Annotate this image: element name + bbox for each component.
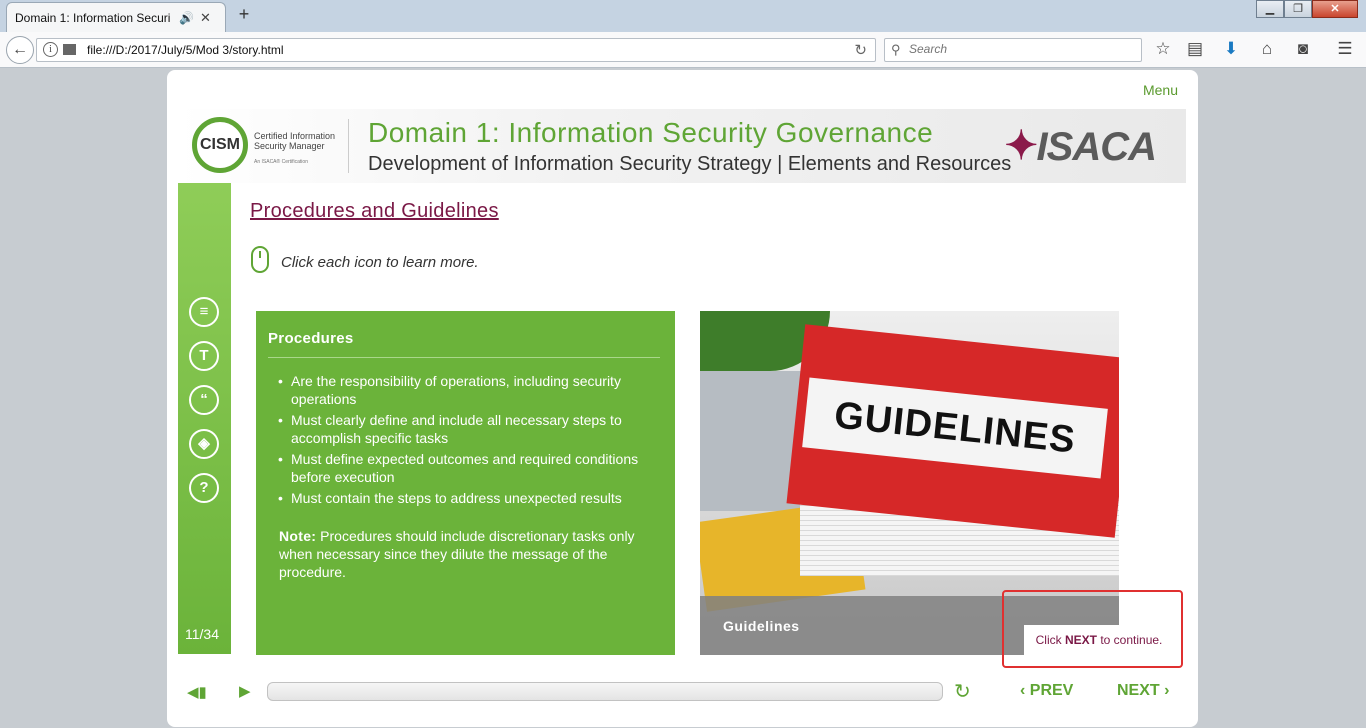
- tab-strip: Domain 1: Information Securi 🔊 ✕ + ▁ ❐ ✕: [0, 0, 1366, 32]
- cism-logo: CISM: [192, 117, 248, 173]
- banner-subtitle: Development of Information Security Stra…: [368, 153, 1012, 175]
- reload-icon[interactable]: ↻: [854, 41, 867, 59]
- minimize-icon[interactable]: ▁: [1256, 0, 1284, 18]
- search-icon: ⚲: [891, 42, 901, 57]
- search-bar[interactable]: ⚲: [884, 38, 1142, 62]
- course-banner: CISM Certified Information Security Mana…: [178, 109, 1186, 183]
- list-item: Must clearly define and include all nece…: [278, 411, 663, 447]
- playback-controls: ◀▮ ▶ ↻ ‹ PREV NEXT ›: [167, 677, 1198, 707]
- page-icon: [63, 44, 76, 55]
- next-hint-callout: Click NEXT to continue.: [1002, 590, 1183, 668]
- speaker-icon[interactable]: 🔊: [179, 11, 194, 25]
- close-window-icon[interactable]: ✕: [1312, 0, 1358, 18]
- address-bar[interactable]: i file:///D:/2017/July/5/Mod 3/story.htm…: [36, 38, 876, 62]
- text-icon[interactable]: T: [189, 341, 219, 371]
- url-text[interactable]: file:///D:/2017/July/5/Mod 3/story.html: [87, 43, 284, 57]
- seek-bar[interactable]: [267, 682, 943, 701]
- close-tab-icon[interactable]: ✕: [200, 10, 211, 26]
- cism-subtag: An ISACA® Certification: [254, 159, 308, 165]
- navigation-bar: ← i file:///D:/2017/July/5/Mod 3/story.h…: [0, 32, 1366, 68]
- hamburger-menu-icon[interactable]: ☰: [1334, 38, 1356, 60]
- tab-title: Domain 1: Information Securi: [15, 10, 171, 25]
- reading-list-icon[interactable]: ▤: [1184, 38, 1206, 60]
- slide-counter: 11/34: [185, 626, 219, 642]
- banner-divider: [348, 119, 349, 173]
- procedures-panel: Procedures Are the responsibility of ope…: [256, 311, 675, 655]
- home-icon[interactable]: ⌂: [1256, 38, 1278, 60]
- menu-link[interactable]: Menu: [1143, 82, 1178, 98]
- course-player: Menu CISM Certified Information Security…: [167, 70, 1198, 727]
- procedures-divider: [268, 357, 660, 358]
- list-item: Must contain the steps to address unexpe…: [278, 489, 663, 507]
- procedures-list: Are the responsibility of operations, in…: [278, 372, 663, 510]
- list-item: Must define expected outcomes and requir…: [278, 450, 663, 486]
- isaca-logo: ISACA: [1036, 125, 1157, 169]
- new-tab-button[interactable]: +: [234, 4, 254, 25]
- next-hint-text: Click NEXT to continue.: [1024, 625, 1174, 655]
- icon-sidebar: ≡ T “ ◈ ? 11/34: [178, 183, 231, 654]
- note-text: Procedures should include discretionary …: [279, 528, 635, 580]
- download-icon[interactable]: ⬇: [1220, 38, 1242, 60]
- pocket-icon[interactable]: ◙: [1292, 38, 1314, 60]
- help-icon[interactable]: ?: [189, 473, 219, 503]
- instruction-text: Click each icon to learn more.: [281, 254, 479, 271]
- quote-icon[interactable]: “: [189, 385, 219, 415]
- browser-tab[interactable]: Domain 1: Information Securi 🔊 ✕: [6, 2, 226, 32]
- mouse-icon: [251, 246, 269, 273]
- page-title: Procedures and Guidelines: [250, 200, 499, 222]
- procedures-title: Procedures: [268, 330, 354, 347]
- banner-title: Domain 1: Information Security Governanc…: [368, 117, 934, 148]
- window-controls: ▁ ❐ ✕: [1256, 0, 1358, 18]
- restore-icon[interactable]: ❐: [1284, 0, 1312, 18]
- image-caption: Guidelines: [723, 618, 800, 634]
- volume-icon[interactable]: ◀▮: [187, 683, 207, 701]
- bookmark-star-icon[interactable]: ☆: [1152, 38, 1174, 60]
- next-button[interactable]: NEXT ›: [1117, 682, 1169, 700]
- isaca-star-icon: ✦: [1004, 124, 1038, 168]
- document-icon[interactable]: ≡: [189, 297, 219, 327]
- list-item: Are the responsibility of operations, in…: [278, 372, 663, 408]
- back-arrow-icon[interactable]: ←: [6, 36, 34, 64]
- layers-icon[interactable]: ◈: [189, 429, 219, 459]
- search-input[interactable]: [909, 42, 1129, 56]
- cism-tagline: Certified Information Security Manager: [254, 131, 336, 151]
- procedures-note: Note: Procedures should include discreti…: [279, 527, 664, 581]
- play-icon[interactable]: ▶: [239, 682, 251, 700]
- note-label: Note:: [279, 528, 317, 544]
- info-icon[interactable]: i: [43, 42, 58, 57]
- replay-icon[interactable]: ↻: [954, 679, 971, 704]
- prev-button[interactable]: ‹ PREV: [1020, 682, 1073, 700]
